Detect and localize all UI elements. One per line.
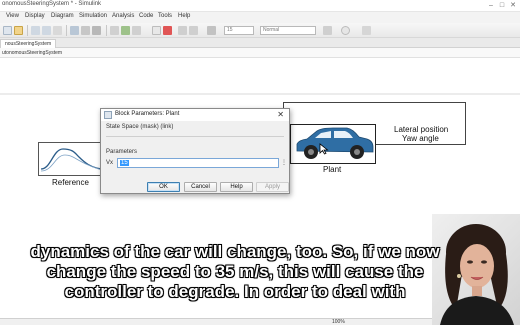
reference-label: Reference (52, 178, 89, 187)
output-lateral-position: Lateral position (394, 125, 449, 134)
divider (106, 136, 284, 137)
apply-button[interactable]: Apply (256, 182, 289, 192)
help-button[interactable]: Help (220, 182, 253, 192)
car-icon (296, 127, 374, 159)
output-yaw-angle: Yaw angle (402, 134, 439, 143)
dialog-titlebar: Block Parameters: Plant ✕ (101, 109, 289, 121)
zoom-level: 100% (332, 319, 345, 325)
ok-button[interactable]: OK (147, 182, 180, 192)
parameters-group-label: Parameters (106, 149, 138, 155)
plant-block[interactable] (290, 124, 376, 164)
block-parameters-dialog: Block Parameters: Plant ✕ State Space (m… (100, 108, 290, 194)
vx-value: 15 (120, 160, 129, 166)
screen: onomousSteeringSystem * - Simulink – □ ✕… (0, 0, 520, 325)
subtitle-line-3: controller to degrade. In order to deal … (64, 282, 406, 301)
vx-label: Vx (106, 160, 114, 166)
mouse-cursor-icon (319, 143, 329, 155)
close-icon[interactable]: ✕ (277, 110, 284, 119)
dialog-title: Block Parameters: Plant (115, 111, 180, 117)
plant-label: Plant (323, 165, 342, 174)
vx-input[interactable]: 15 (117, 158, 279, 168)
subtitle-line-2: change the speed to 35 m/s, this will ca… (46, 262, 424, 281)
cancel-button[interactable]: Cancel (184, 182, 217, 192)
simulink-icon (104, 111, 112, 119)
subtitle-line-1: dynamics of the car will change, too. So… (30, 242, 440, 261)
reference-block[interactable] (38, 142, 108, 176)
more-options-icon[interactable]: ⋮ (281, 159, 287, 166)
dialog-subtitle: State Space (mask) (link) (106, 124, 174, 130)
reference-signal-icon (40, 148, 106, 172)
